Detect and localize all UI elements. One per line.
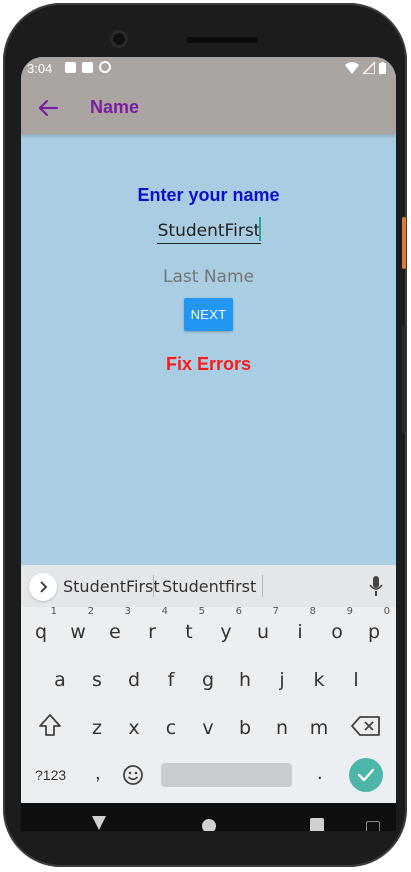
key-o[interactable]: o9 [321, 607, 353, 651]
suggestion-divider [153, 575, 154, 597]
space-bar[interactable] [161, 763, 292, 787]
error-message: Fix Errors [165, 354, 252, 374]
key-y[interactable]: y6 [210, 607, 242, 651]
key-w[interactable]: w2 [62, 607, 94, 651]
sd-card-icon [82, 61, 93, 73]
wifi-icon [345, 62, 359, 74]
key-m[interactable]: m [303, 709, 335, 747]
key-q[interactable]: q1 [25, 607, 57, 651]
status-bar: 3:04 [21, 57, 396, 81]
earpiece-speaker [186, 37, 258, 43]
key-b[interactable]: b [229, 709, 261, 747]
text-cursor [259, 217, 261, 241]
suggestion-1[interactable]: StudentFirst [63, 577, 160, 596]
microphone-icon[interactable] [369, 575, 383, 597]
key-v[interactable]: v [192, 709, 224, 747]
key-x[interactable]: x [118, 709, 150, 747]
key-z[interactable]: z [81, 709, 113, 747]
done-button[interactable] [349, 758, 383, 792]
next-button[interactable]: NEXT [184, 298, 233, 331]
key-d[interactable]: d [118, 661, 150, 699]
key-h[interactable]: h [229, 661, 261, 699]
rotate-icon[interactable] [366, 821, 380, 831]
screen: 3:04 Name Enter your name NEXT Fix [21, 57, 396, 831]
status-time: 3:04 [27, 61, 53, 76]
volume-button [402, 325, 406, 433]
sync-icon [99, 61, 111, 73]
emoji-icon[interactable] [122, 764, 144, 786]
last-name-field[interactable] [141, 264, 276, 290]
key-k[interactable]: k [303, 661, 335, 699]
key-a[interactable]: a [44, 661, 76, 699]
cell-signal-icon [363, 62, 375, 74]
chevron-right-icon [40, 581, 48, 593]
key-e[interactable]: e3 [99, 607, 131, 651]
power-button [402, 217, 406, 269]
key-s[interactable]: s [81, 661, 113, 699]
backspace-icon[interactable] [351, 716, 381, 736]
soft-keyboard: StudentFirst Studentfirst q1 w2 e3 r4 t5… [21, 565, 396, 803]
symbols-key[interactable]: ?123 [35, 767, 66, 783]
shift-icon[interactable] [37, 712, 63, 738]
key-t[interactable]: t5 [173, 607, 205, 651]
arrow-back-icon[interactable] [35, 95, 61, 121]
key-g[interactable]: g [192, 661, 224, 699]
battery-icon [379, 62, 386, 74]
first-name-field[interactable] [157, 219, 261, 244]
period-key[interactable]: . [317, 762, 323, 785]
key-j[interactable]: j [266, 661, 298, 699]
key-n[interactable]: n [266, 709, 298, 747]
suggestion-2[interactable]: Studentfirst [162, 577, 256, 596]
name-prompt: Enter your name [137, 185, 280, 205]
nav-home-icon[interactable] [202, 819, 216, 831]
notification-a-icon [65, 61, 76, 73]
key-r[interactable]: r4 [136, 607, 168, 651]
key-i[interactable]: i8 [284, 607, 316, 651]
key-f[interactable]: f [155, 661, 187, 699]
comma-key[interactable]: , [95, 762, 101, 785]
nav-back-icon[interactable] [91, 815, 107, 831]
check-icon [357, 768, 375, 782]
nav-recents-icon[interactable] [310, 818, 324, 831]
app-bar: Name [21, 81, 396, 134]
key-l[interactable]: l [340, 661, 372, 699]
key-u[interactable]: u7 [247, 607, 279, 651]
phone-frame: 3:04 Name Enter your name NEXT Fix [3, 3, 407, 867]
expand-toolbar-button[interactable] [29, 573, 57, 601]
suggestion-bar: StudentFirst Studentfirst [21, 565, 396, 607]
front-camera [110, 30, 128, 48]
suggestion-divider [262, 575, 263, 597]
key-c[interactable]: c [155, 709, 187, 747]
page-title: Name [90, 97, 140, 117]
key-p[interactable]: p0 [358, 607, 390, 651]
